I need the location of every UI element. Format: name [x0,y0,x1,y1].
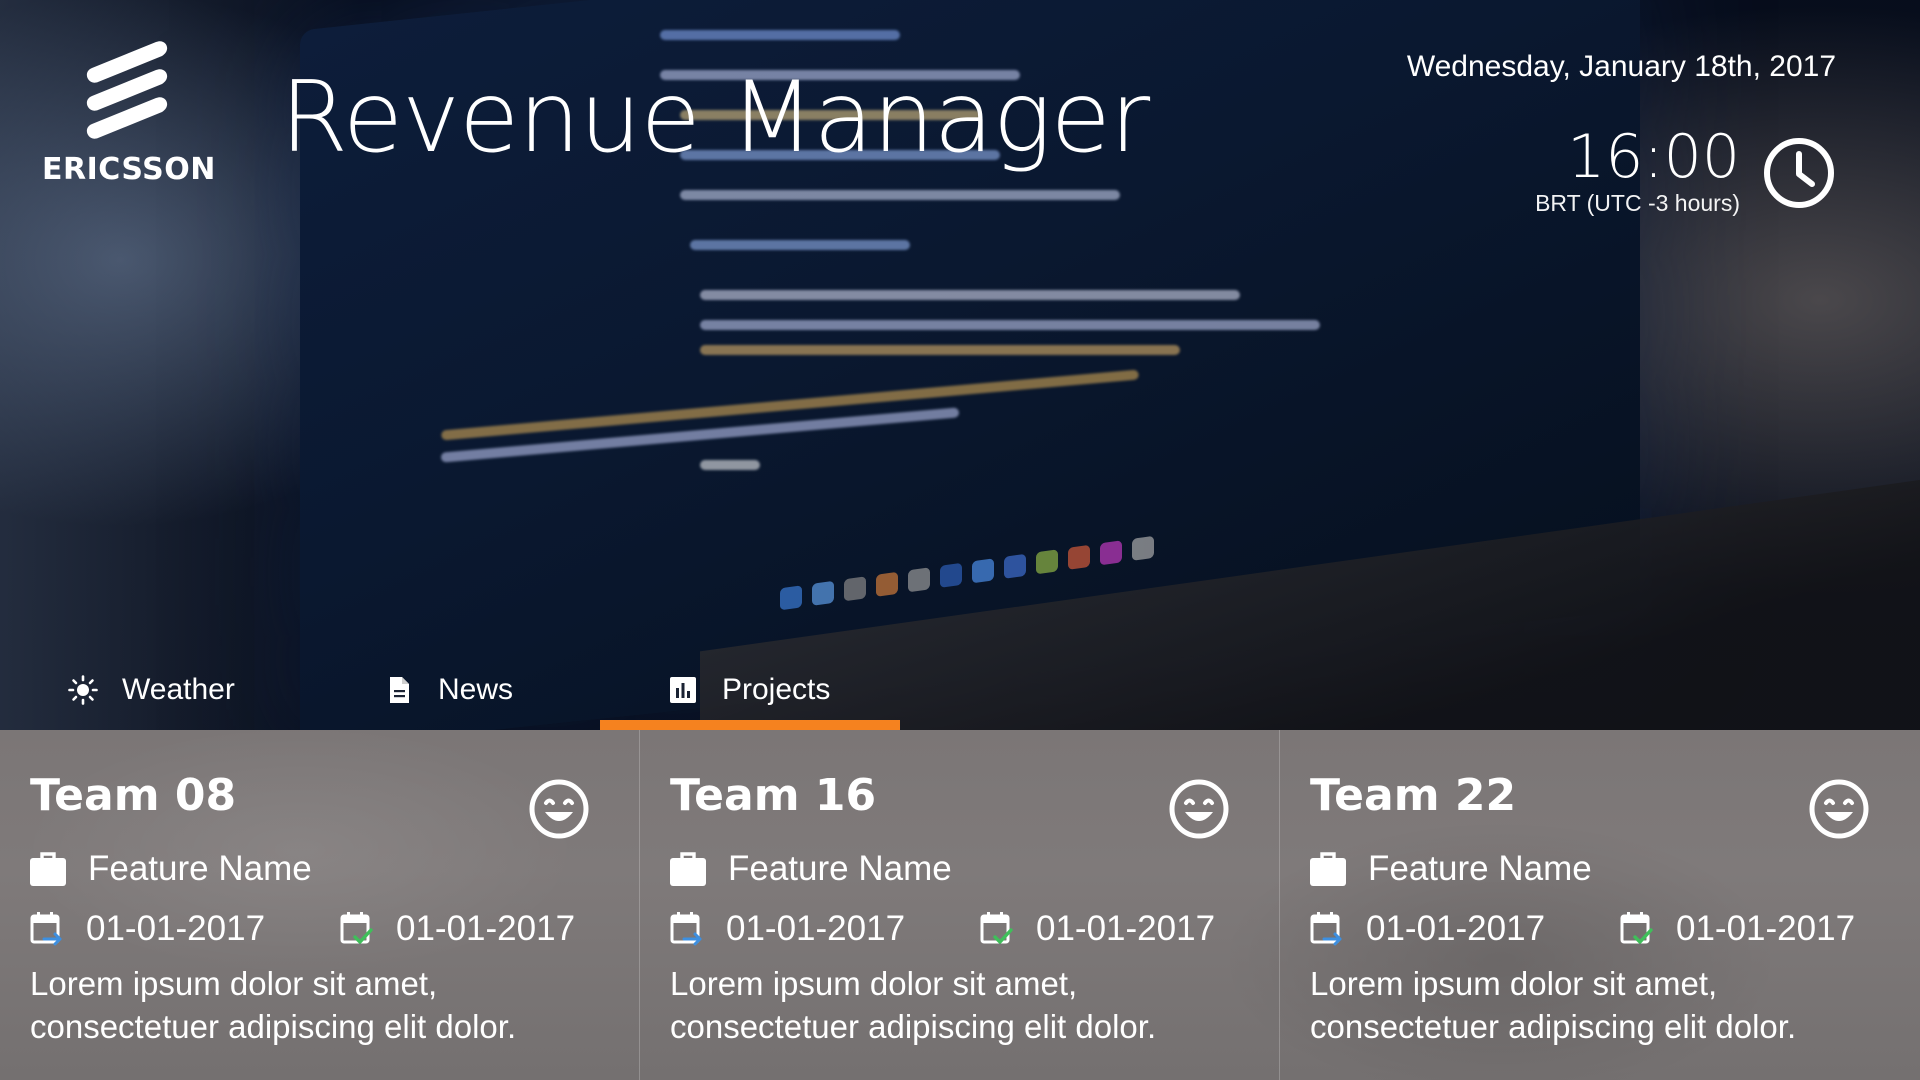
briefcase-icon [30,852,66,886]
end-date-value: 01-01-2017 [1676,909,1856,948]
project-card[interactable]: Team 16 Feature Name 01-01-2017 01-01-20… [640,730,1280,1080]
team-name: Team 16 [670,770,877,821]
briefcase-icon [670,852,706,886]
end-date: 01-01-2017 [980,904,1215,954]
briefcase-icon [1310,852,1346,886]
current-date: Wednesday, January 18th, 2017 [1406,50,1836,83]
calendar-start-icon [1310,912,1342,946]
calendar-check-icon [340,912,373,944]
end-date: 01-01-2017 [340,904,575,954]
happy-face-icon [1169,779,1229,839]
project-description: Lorem ipsum dolor sit amet, consectetuer… [670,965,1157,1045]
project-card[interactable]: Team 22 Feature Name 01-01-2017 01-01-20… [1280,730,1920,1080]
document-icon [390,677,409,703]
background-code-line [700,290,1240,300]
tab-news-label: News [438,673,514,706]
feature-row: Feature Name [670,844,952,894]
start-date: 01-01-2017 [1310,904,1545,954]
calendar-check-icon [980,912,1013,944]
ericsson-logo-text: ERICSSON [42,152,216,187]
project-card[interactable]: Team 08 Feature Name 01-01-2017 01-01-20… [0,730,640,1080]
ericsson-logo: ERICSSON [42,40,216,190]
start-date-value: 01-01-2017 [1366,909,1546,948]
feature-name: Feature Name [88,849,312,888]
background-code-line [700,345,1180,355]
background-code-line [700,460,760,470]
calendar-start-icon [30,912,62,946]
ericsson-logo-mark-icon [86,41,168,139]
dates-row: 01-01-2017 01-01-2017 [30,904,610,954]
team-name: Team 22 [1310,770,1517,821]
end-date-value: 01-01-2017 [1036,909,1216,948]
clock-widget: 16:00 BRT (UTC -3 hours) [1456,122,1836,218]
feature-name: Feature Name [728,849,952,888]
start-date-value: 01-01-2017 [86,909,266,948]
app-title: Revenue Manager [280,61,1150,175]
end-date-value: 01-01-2017 [396,909,576,948]
happy-face-icon [529,779,589,839]
tab-bar: Weather News Projects [0,650,1920,730]
start-date: 01-01-2017 [670,904,905,954]
projects-panel: Team 08 Feature Name 01-01-2017 01-01-20… [0,730,1920,1080]
tab-projects-label: Projects [722,673,831,706]
current-time: 16:00 [1567,122,1740,192]
calendar-check-icon [1620,912,1653,944]
dates-row: 01-01-2017 01-01-2017 [1310,904,1890,954]
active-tab-indicator [600,720,900,730]
tab-news[interactable]: News [384,650,513,730]
feature-row: Feature Name [30,844,312,894]
feature-row: Feature Name [1310,844,1592,894]
end-date: 01-01-2017 [1620,904,1855,954]
team-name: Team 08 [30,770,237,821]
background-code-line [680,190,1120,200]
project-description: Lorem ipsum dolor sit amet, consectetuer… [1310,965,1797,1045]
bar-chart-icon [670,677,696,703]
start-date: 01-01-2017 [30,904,265,954]
background-code-line [690,240,910,250]
feature-name: Feature Name [1368,849,1592,888]
tab-projects[interactable]: Projects [668,650,830,730]
sun-icon [68,675,98,705]
tab-weather[interactable]: Weather [68,650,235,730]
dates-row: 01-01-2017 01-01-2017 [670,904,1250,954]
start-date-value: 01-01-2017 [726,909,906,948]
calendar-start-icon [670,912,702,946]
happy-face-icon [1809,779,1869,839]
background-code-line [660,30,900,40]
tab-weather-label: Weather [122,673,235,706]
background-code-line [700,320,1320,330]
clock-icon [1764,138,1834,208]
timezone-label: BRT (UTC -3 hours) [1535,190,1740,216]
project-description: Lorem ipsum dolor sit amet, consectetuer… [30,965,517,1045]
